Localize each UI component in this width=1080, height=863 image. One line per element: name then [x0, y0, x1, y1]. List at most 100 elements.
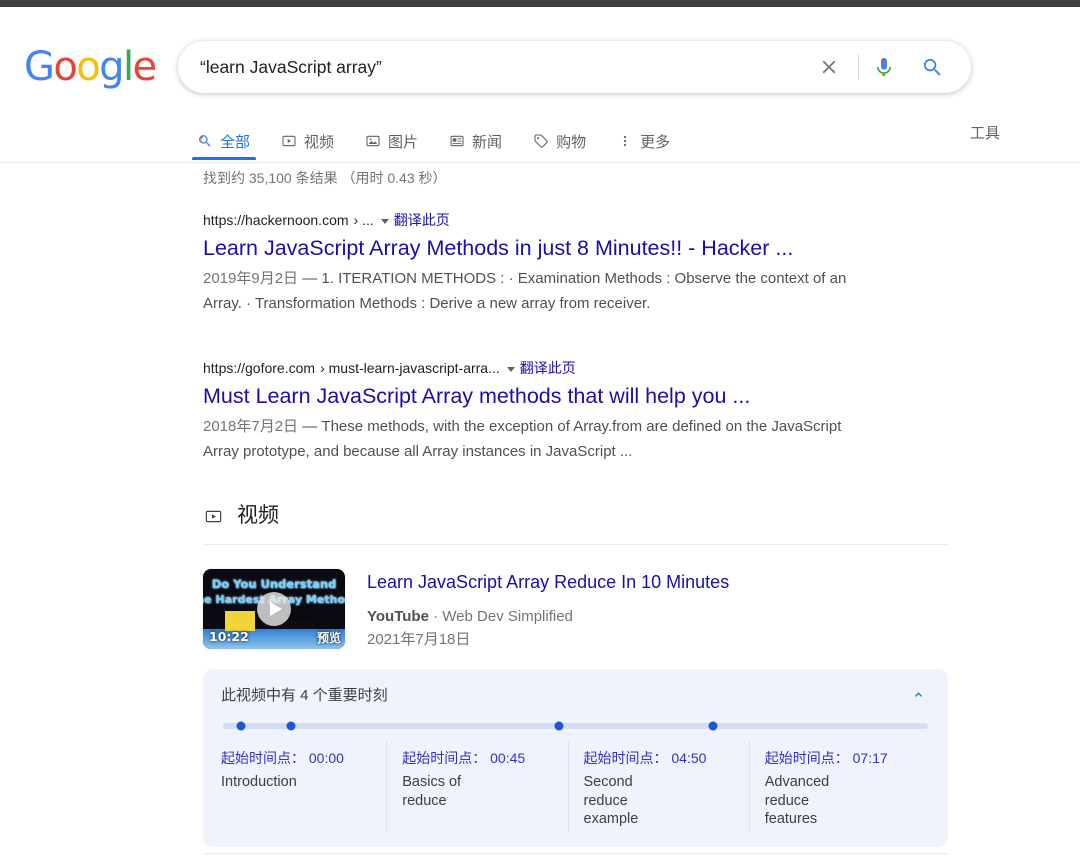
key-moments-panel: 此视频中有 4 个重要时刻 起始时间点： 00:00 Introduction …	[203, 669, 948, 847]
microphone-icon[interactable]	[871, 53, 897, 81]
key-moments-list: 起始时间点： 00:00 Introduction 起始时间点： 00:45 B…	[221, 741, 930, 830]
result-title[interactable]: Learn JavaScript Array Methods in just 8…	[203, 234, 963, 262]
search-header: Google “learn JavaScript array” 全部 视频 图片…	[0, 7, 1080, 163]
browser-chrome-bar	[0, 0, 1080, 7]
logo-letter-G: G	[24, 44, 55, 90]
result-stats: 找到约 35,100 条结果 （用时 0.43 秒）	[203, 170, 447, 186]
play-icon[interactable]	[257, 592, 291, 626]
snippet-date: 2019年9月2日	[203, 270, 299, 287]
translate-link[interactable]: 翻译此页	[394, 210, 450, 230]
search-box[interactable]: “learn JavaScript array”	[178, 41, 971, 93]
image-icon	[364, 133, 381, 150]
result-breadcrumb: › ...	[353, 212, 374, 228]
timeline-marker-4[interactable]	[708, 721, 718, 731]
result-domain[interactable]: https://gofore.com	[203, 358, 315, 378]
video-title[interactable]: Learn JavaScript Array Reduce In 10 Minu…	[367, 570, 729, 594]
thumbnail-highlight-box	[225, 611, 255, 631]
video-icon	[203, 506, 223, 526]
video-result: Do You Understand The Hardest Array Meth…	[203, 569, 963, 651]
videos-section-header: 视频	[203, 502, 963, 544]
key-moment-label: Basics of reduce	[402, 774, 462, 809]
tab-all[interactable]: 全部	[192, 119, 257, 160]
google-search-results-page: Google “learn JavaScript array” 全部 视频 图片…	[0, 0, 1080, 863]
tab-videos[interactable]: 视频	[280, 119, 334, 160]
key-moment-time[interactable]: 起始时间点： 07:17	[765, 747, 916, 769]
search-result-1: https://hackernoon.com › ... 翻译此页 Learn …	[203, 210, 963, 316]
search-input[interactable]: “learn JavaScript array”	[200, 55, 802, 79]
tab-active-indicator	[192, 157, 257, 160]
tab-news[interactable]: 新闻	[448, 119, 502, 160]
more-vertical-icon	[616, 133, 633, 150]
result-title[interactable]: Must Learn JavaScript Array methods that…	[203, 382, 963, 410]
search-box-divider	[858, 54, 859, 80]
video-date: 2021年7月18日	[367, 631, 471, 648]
video-channel: Web Dev Simplified	[442, 608, 573, 625]
tab-images[interactable]: 图片	[364, 119, 418, 160]
logo-letter-l: l	[122, 44, 134, 90]
video-source: YouTube · Web Dev Simplified	[367, 606, 729, 628]
key-moment-time[interactable]: 起始时间点： 00:45	[402, 747, 553, 769]
video-duration-badge: 10:22	[209, 629, 249, 644]
tab-label: 视频	[304, 133, 335, 151]
result-snippet: 2019年9月2日 — 1. ITERATION METHODS : · Exa…	[203, 266, 878, 316]
key-moment-time[interactable]: 起始时间点： 00:00	[221, 747, 372, 769]
tab-label: 新闻	[472, 133, 503, 151]
result-breadcrumb: › must-learn-javascript-arra...	[320, 360, 500, 376]
search-tabs: 全部 视频 图片 新闻 购物 更多 工具	[0, 119, 1080, 163]
chevron-down-icon[interactable]	[506, 366, 515, 372]
thumbnail-headline-1: Do You Understand	[211, 577, 337, 591]
close-icon[interactable]	[812, 50, 846, 84]
timeline-marker-3[interactable]	[554, 721, 564, 731]
tab-label: 更多	[640, 133, 671, 151]
video-thumbnail[interactable]: Do You Understand The Hardest Array Meth…	[203, 569, 345, 649]
video-preview-label[interactable]: 预览	[317, 629, 341, 646]
chevron-up-icon[interactable]	[907, 687, 930, 705]
key-moments-header: 此视频中有 4 个重要时刻	[221, 685, 930, 707]
videos-section: 视频 Do You Understand The Hardest Array M…	[203, 502, 963, 847]
key-moments-title: 此视频中有 4 个重要时刻	[221, 687, 388, 704]
source-separator: ·	[433, 608, 439, 625]
logo-letter-e: e	[132, 44, 157, 90]
videos-section-title: 视频	[237, 504, 279, 527]
search-result-2: https://gofore.com › must-learn-javascri…	[203, 358, 963, 464]
key-moment-label: Second reduce example	[583, 774, 639, 827]
result-domain[interactable]: https://hackernoon.com	[203, 210, 349, 230]
tools-button[interactable]: 工具	[970, 122, 1000, 143]
key-moment-item[interactable]: 起始时间点： 00:45 Basics of reduce	[386, 741, 567, 830]
logo-letter-o2: o	[76, 44, 100, 90]
tag-icon	[532, 133, 549, 150]
chevron-down-icon[interactable]	[380, 218, 389, 224]
key-moment-item[interactable]: 起始时间点： 04:50 Second reduce example	[567, 741, 749, 830]
snippet-date: 2018年7月2日	[203, 418, 299, 435]
video-icon	[280, 133, 297, 150]
logo-letter-g: g	[99, 44, 124, 90]
snippet-text: — These methods, with the exception of A…	[203, 418, 842, 460]
key-moment-time[interactable]: 起始时间点： 04:50	[584, 747, 735, 769]
result-snippet: 2018年7月2日 — These methods, with the exce…	[203, 414, 878, 464]
logo-letter-o1: o	[53, 44, 77, 90]
result-url-line: https://hackernoon.com › ... 翻译此页	[203, 210, 963, 230]
key-moment-item[interactable]: 起始时间点： 00:00 Introduction	[221, 747, 386, 829]
translate-link[interactable]: 翻译此页	[520, 358, 576, 378]
tab-label: 购物	[556, 133, 587, 151]
key-moment-item[interactable]: 起始时间点： 07:17 Advanced reduce features	[748, 741, 930, 830]
search-results: 找到约 35,100 条结果 （用时 0.43 秒） https://hacke…	[203, 168, 963, 847]
key-moment-label: Advanced reduce features	[764, 774, 830, 827]
result-url-line: https://gofore.com › must-learn-javascri…	[203, 358, 963, 378]
timeline-marker-2[interactable]	[286, 721, 296, 731]
tab-shopping[interactable]: 购物	[532, 119, 586, 160]
snippet-text: — 1. ITERATION METHODS : · Examination M…	[203, 270, 847, 312]
tab-label: 全部	[220, 133, 251, 151]
results-bottom-divider	[203, 853, 948, 854]
key-moments-timeline[interactable]	[223, 721, 928, 731]
video-metadata: Learn JavaScript Array Reduce In 10 Minu…	[367, 569, 729, 651]
video-platform: YouTube	[367, 608, 429, 625]
google-logo[interactable]: Google	[24, 44, 157, 90]
tab-more[interactable]: 更多	[616, 119, 670, 160]
key-moment-label: Introduction	[221, 774, 297, 790]
search-icon[interactable]	[919, 54, 945, 80]
header-divider	[0, 162, 1080, 163]
key-moments: 此视频中有 4 个重要时刻 起始时间点： 00:00 Introduction …	[203, 669, 948, 847]
timeline-marker-1[interactable]	[236, 721, 246, 731]
news-icon	[448, 133, 465, 150]
